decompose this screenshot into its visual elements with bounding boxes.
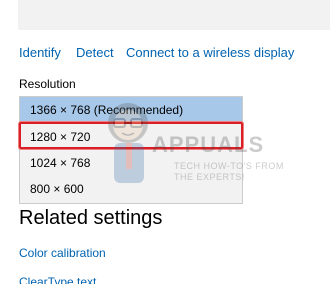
resolution-option-1024x768[interactable]: 1024 × 768 [20,150,242,177]
connect-wireless-display-link[interactable]: Connect to a wireless display [126,45,294,60]
resolution-option-1280x720[interactable]: 1280 × 720 [20,124,242,151]
cleartype-text-link[interactable]: ClearType text [19,275,96,284]
detect-link[interactable]: Detect [76,45,114,60]
color-calibration-link[interactable]: Color calibration [19,246,106,260]
resolution-option-800x600[interactable]: 800 × 600 [20,176,242,203]
display-settings-page: Identify Detect Connect to a wireless di… [0,0,330,284]
identify-link[interactable]: Identify [19,45,61,60]
related-settings-heading: Related settings [19,207,163,229]
display-preview-area[interactable] [18,0,330,30]
resolution-label: Resolution [19,77,76,91]
resolution-option-1366x768[interactable]: 1366 × 768 (Recommended) [20,97,242,124]
resolution-dropdown-list[interactable]: 1366 × 768 (Recommended) 1280 × 720 1024… [19,96,243,204]
